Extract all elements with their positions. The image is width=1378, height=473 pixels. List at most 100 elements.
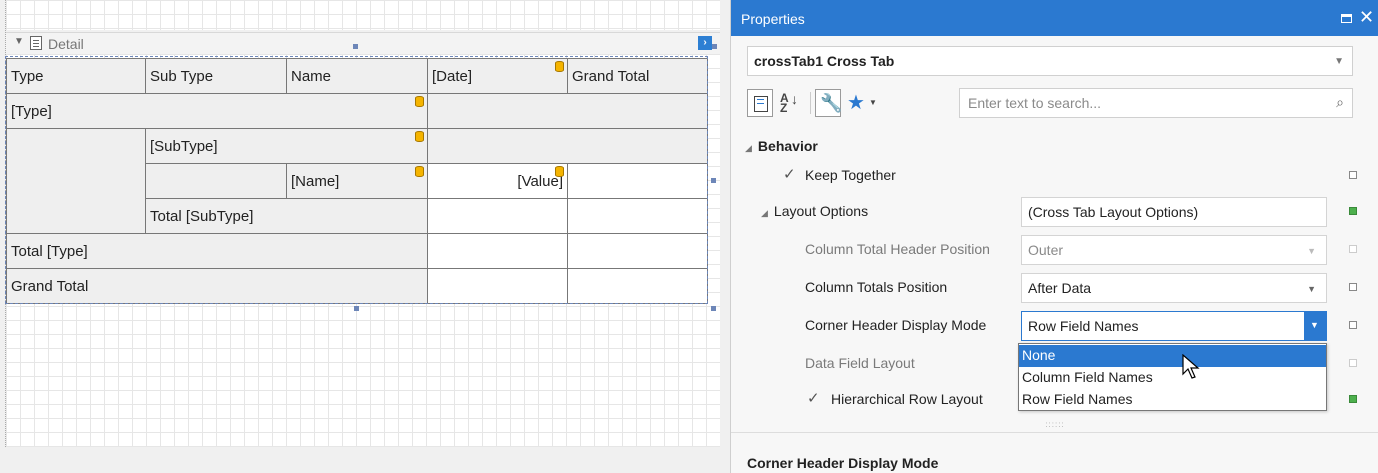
- checkmark-icon[interactable]: ✓: [807, 391, 822, 406]
- header-cell-subtype[interactable]: Sub Type: [145, 58, 287, 94]
- dropdown-value: After Data: [1028, 280, 1092, 296]
- cross-tab[interactable]: Type Sub Type Name [Date] Grand Total [T…: [6, 58, 708, 304]
- object-selector[interactable]: crossTab1 Cross Tab ▼: [747, 46, 1353, 76]
- grand-total-row-cell[interactable]: Grand Total: [6, 268, 428, 304]
- alphabetical-button[interactable]: A Z ↓: [775, 89, 801, 117]
- total-type-value-cell[interactable]: [427, 233, 568, 269]
- crosstab-row: Total [Type]: [6, 233, 708, 269]
- selection-handle[interactable]: [354, 306, 359, 311]
- properties-toolbar: AZ↓ 🔧 ★ ▼ ⌕: [747, 88, 1353, 122]
- grand-total-value-cell[interactable]: [567, 163, 708, 199]
- database-field-icon: [415, 96, 424, 107]
- property-name: Data Field Layout: [805, 355, 915, 371]
- header-cell-date[interactable]: [Date]: [427, 58, 568, 94]
- search-input[interactable]: [968, 94, 1308, 112]
- collapse-triangle-icon[interactable]: ◢: [761, 208, 768, 218]
- search-icon[interactable]: ⌕: [1336, 94, 1344, 111]
- chevron-down-icon[interactable]: ▼: [1334, 56, 1344, 67]
- corner-header-mode-dropdown-list: None Column Field Names Row Field Names: [1018, 343, 1327, 411]
- row-header-type[interactable]: [Type]: [6, 93, 428, 129]
- star-icon: ★: [847, 92, 865, 114]
- chevron-down-icon[interactable]: ▼: [1307, 284, 1316, 294]
- empty-cell[interactable]: [6, 128, 146, 234]
- property-row-column-totals-position[interactable]: Column Totals Position After Data ▼: [731, 270, 1378, 306]
- default-value-marker: [1349, 245, 1357, 253]
- database-field-icon: [415, 166, 424, 177]
- category-behavior[interactable]: ◢ Behavior: [745, 138, 818, 154]
- grand-total-grand-cell[interactable]: [567, 268, 708, 304]
- dropdown-option-row-field-names[interactable]: Row Field Names: [1019, 389, 1326, 411]
- categorized-icon: [754, 96, 768, 112]
- property-value-dropdown-active[interactable]: Row Field Names: [1021, 311, 1327, 341]
- selection-handle[interactable]: [711, 306, 716, 311]
- maximize-icon[interactable]: [1341, 14, 1352, 23]
- property-row-corner-header-display-mode[interactable]: Corner Header Display Mode Row Field Nam…: [731, 308, 1378, 344]
- object-selector-value: crossTab1 Cross Tab: [754, 53, 895, 69]
- mouse-cursor-icon: [1182, 354, 1200, 379]
- crosstab-row: [Type]: [6, 93, 708, 129]
- dropdown-value: Outer: [1028, 242, 1064, 258]
- property-name: ◢ Layout Options: [761, 203, 868, 219]
- chevron-down-icon[interactable]: ▼: [1307, 246, 1316, 256]
- data-cell-value[interactable]: [Value]: [427, 163, 568, 199]
- date-label: [Date]: [432, 67, 473, 85]
- property-value-dropdown[interactable]: Outer ▼: [1021, 235, 1327, 265]
- header-cell-grand-total[interactable]: Grand Total: [567, 58, 708, 94]
- checkmark-icon[interactable]: ✓: [783, 167, 798, 182]
- splitter-grip[interactable]: ::::::: [731, 420, 1378, 432]
- chevron-down-icon[interactable]: ▼: [869, 98, 877, 107]
- property-row-column-total-header-position[interactable]: Column Total Header Position Outer ▼: [731, 232, 1378, 268]
- search-box[interactable]: ⌕: [959, 88, 1353, 118]
- property-row-keep-together[interactable]: ✓ Keep Together: [731, 158, 1378, 194]
- total-subtype-grand-cell[interactable]: [567, 198, 708, 234]
- total-type-grand-cell[interactable]: [567, 233, 708, 269]
- dropdown-option-none[interactable]: None: [1019, 345, 1326, 367]
- default-value-marker: [1349, 283, 1357, 291]
- empty-cell[interactable]: [427, 128, 708, 164]
- category-label: Behavior: [757, 138, 818, 154]
- total-subtype-value-cell[interactable]: [427, 198, 568, 234]
- description-pane: Corner Header Display Mode: [731, 432, 1378, 473]
- selection-handle[interactable]: [353, 44, 358, 49]
- crosstab-row: Grand Total: [6, 268, 708, 304]
- band-document-icon: [30, 36, 42, 50]
- detail-band-header[interactable]: ▼ Detail ›: [6, 32, 720, 54]
- grand-total-value-cell[interactable]: [427, 268, 568, 304]
- row-header-subtype[interactable]: [SubType]: [145, 128, 428, 164]
- property-row-layout-options[interactable]: ◢ Layout Options (Cross Tab Layout Option…: [731, 194, 1378, 230]
- categorized-button[interactable]: [747, 89, 773, 117]
- header-cell-type[interactable]: Type: [6, 58, 146, 94]
- total-subtype-cell[interactable]: Total [SubType]: [145, 198, 428, 234]
- modified-value-marker: [1349, 395, 1357, 403]
- selection-handle[interactable]: [711, 178, 716, 183]
- close-icon[interactable]: ✕: [1359, 8, 1374, 26]
- property-value-dropdown[interactable]: After Data ▼: [1021, 273, 1327, 303]
- favorites-button[interactable]: ★: [843, 89, 865, 117]
- dropdown-button-icon[interactable]: [1304, 312, 1326, 340]
- smart-tag-icon[interactable]: ›: [698, 36, 712, 50]
- layout-options-label: Layout Options: [773, 203, 869, 219]
- default-value-marker: [1349, 359, 1357, 367]
- database-field-icon: [555, 166, 564, 177]
- header-cell-name[interactable]: Name: [286, 58, 428, 94]
- collapse-arrow-icon[interactable]: ▼: [14, 36, 24, 47]
- row-header-name[interactable]: [Name]: [286, 163, 428, 199]
- empty-cell[interactable]: [427, 93, 708, 129]
- sort-az-icon: A Z ↓: [780, 91, 798, 115]
- dropdown-option-column-field-names[interactable]: Column Field Names: [1019, 367, 1326, 389]
- property-name: Corner Header Display Mode: [805, 317, 987, 333]
- wrench-icon: 🔧: [820, 93, 843, 113]
- collapse-triangle-icon[interactable]: ◢: [745, 143, 752, 153]
- property-name: Hierarchical Row Layout: [831, 391, 983, 407]
- subtype-label: [SubType]: [150, 137, 218, 155]
- default-value-marker: [1349, 321, 1357, 329]
- band-label: Detail: [48, 36, 84, 52]
- property-name: Keep Together: [805, 167, 896, 183]
- empty-cell[interactable]: [145, 163, 287, 199]
- total-type-cell[interactable]: Total [Type]: [6, 233, 428, 269]
- selection-handle[interactable]: [712, 44, 717, 49]
- properties-title-bar: Properties ✕: [731, 0, 1378, 36]
- property-value[interactable]: (Cross Tab Layout Options): [1021, 197, 1327, 227]
- properties-tab-button[interactable]: 🔧: [815, 89, 843, 117]
- designer-grid-top: [6, 0, 720, 30]
